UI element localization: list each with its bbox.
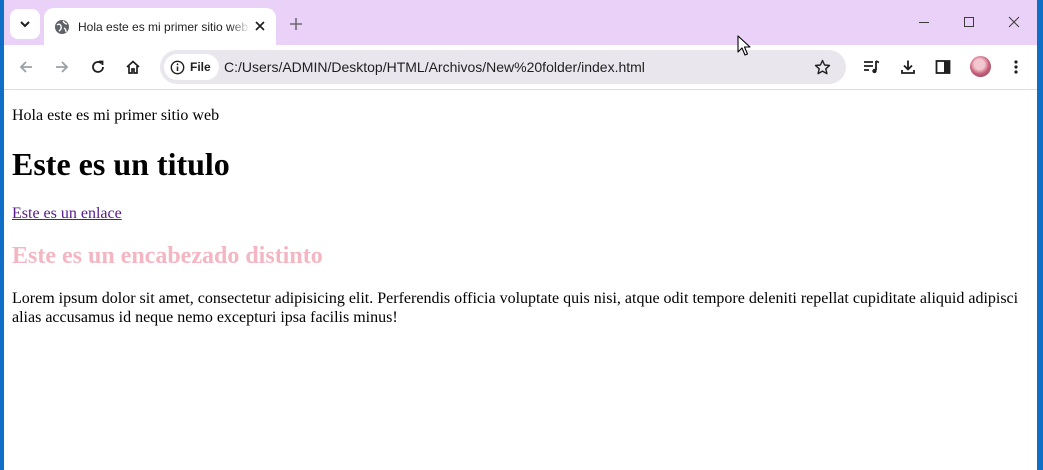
page-content: Hola este es mi primer sitio web Este es… [4,91,1037,470]
tab-title: Hola este es mi primer sitio web [78,19,249,34]
download-icon [901,60,915,74]
mouse-cursor-icon [737,35,751,56]
new-tab-button[interactable] [284,12,308,36]
minimize-icon [919,22,929,23]
more-menu-button[interactable] [1002,53,1030,81]
avatar[interactable] [970,56,991,77]
minimize-button[interactable] [910,8,938,36]
page-title: Este es un titulo [12,146,230,182]
chip-label: File [190,60,211,74]
maximize-icon [964,17,974,27]
info-icon [170,60,185,74]
star-icon [814,59,830,74]
forward-button[interactable] [48,53,76,81]
reload-icon [92,60,104,73]
subheading: Este es un encabezado distinto [12,243,323,269]
close-tab-button[interactable] [252,18,268,34]
page-link[interactable]: Este es un enlace [12,205,122,223]
close-window-icon [1008,16,1020,28]
browser-window: Hola este es mi primer sitio web File C:… [4,0,1037,470]
side-panel-icon [935,60,951,74]
close-icon [255,21,265,31]
media-control-button[interactable] [858,53,886,81]
side-panel-button[interactable] [929,53,957,81]
tab-search-button[interactable] [10,9,40,39]
lorem-paragraph: Lorem ipsum dolor sit amet, consectetur … [12,290,1019,326]
intro-text: Hola este es mi primer sitio web [12,107,220,124]
globe-icon [54,19,70,35]
maximize-button[interactable] [955,8,983,36]
active-tab[interactable]: Hola este es mi primer sitio web [44,8,276,45]
forward-icon [56,61,69,73]
reload-button[interactable] [84,53,112,81]
browser-toolbar: File C:/Users/ADMIN/Desktop/HTML/Archivo… [4,45,1037,90]
more-icon [1014,60,1018,74]
bookmark-button[interactable] [810,55,834,79]
url-text[interactable]: C:/Users/ADMIN/Desktop/HTML/Archivos/New… [224,59,645,75]
tab-search-icon [20,21,30,28]
close-window-button[interactable] [1000,8,1028,36]
downloads-button[interactable] [894,53,922,81]
back-icon [19,61,32,73]
home-button[interactable] [119,53,147,81]
plus-icon [290,18,302,30]
back-button[interactable] [12,53,40,81]
site-info-chip[interactable]: File [164,54,219,80]
media-control-icon [864,60,880,74]
tab-strip: Hola este es mi primer sitio web [4,0,1037,45]
home-icon [126,60,140,74]
